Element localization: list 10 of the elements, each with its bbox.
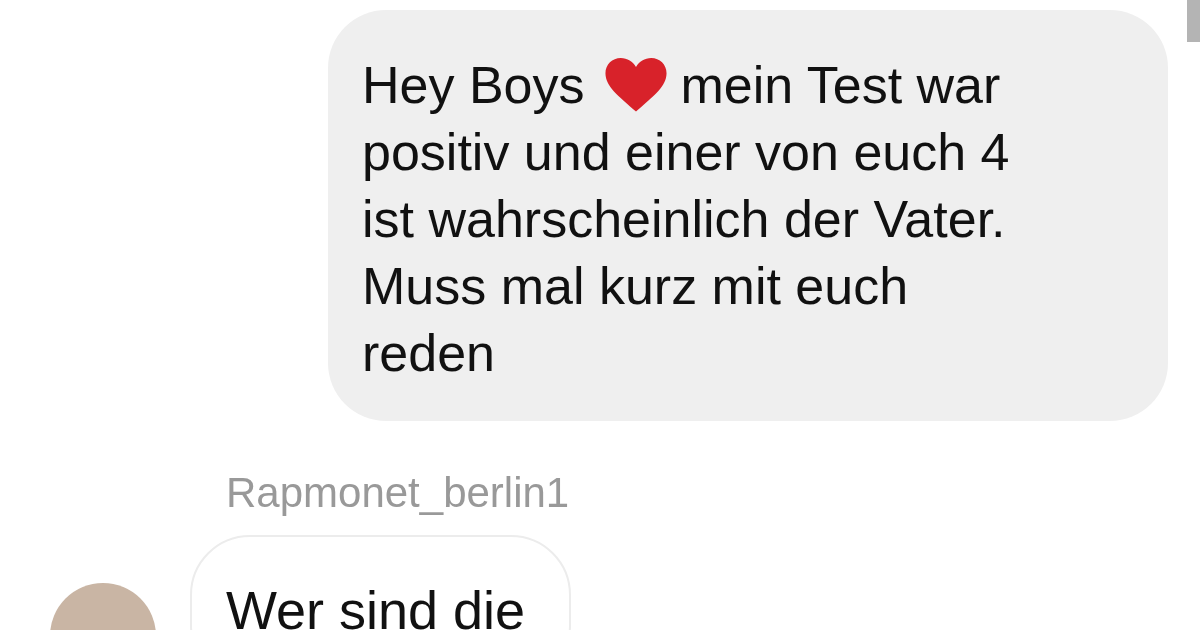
message-text: positiv und einer von euch 4 — [362, 122, 1010, 183]
heart-icon — [604, 57, 667, 114]
message-text: Muss mal kurz mit euch — [362, 256, 909, 317]
message-text: ist wahrscheinlich der Vater. — [362, 189, 1006, 250]
message-text: Hey Boys — [362, 55, 585, 116]
scrollbar[interactable] — [1187, 0, 1200, 42]
message-text: mein Test war — [680, 55, 1001, 116]
message-text: Wer sind die — [226, 580, 526, 630]
message-text: reden — [362, 323, 495, 384]
sender-name: Rapmonet_berlin1 — [226, 469, 570, 516]
